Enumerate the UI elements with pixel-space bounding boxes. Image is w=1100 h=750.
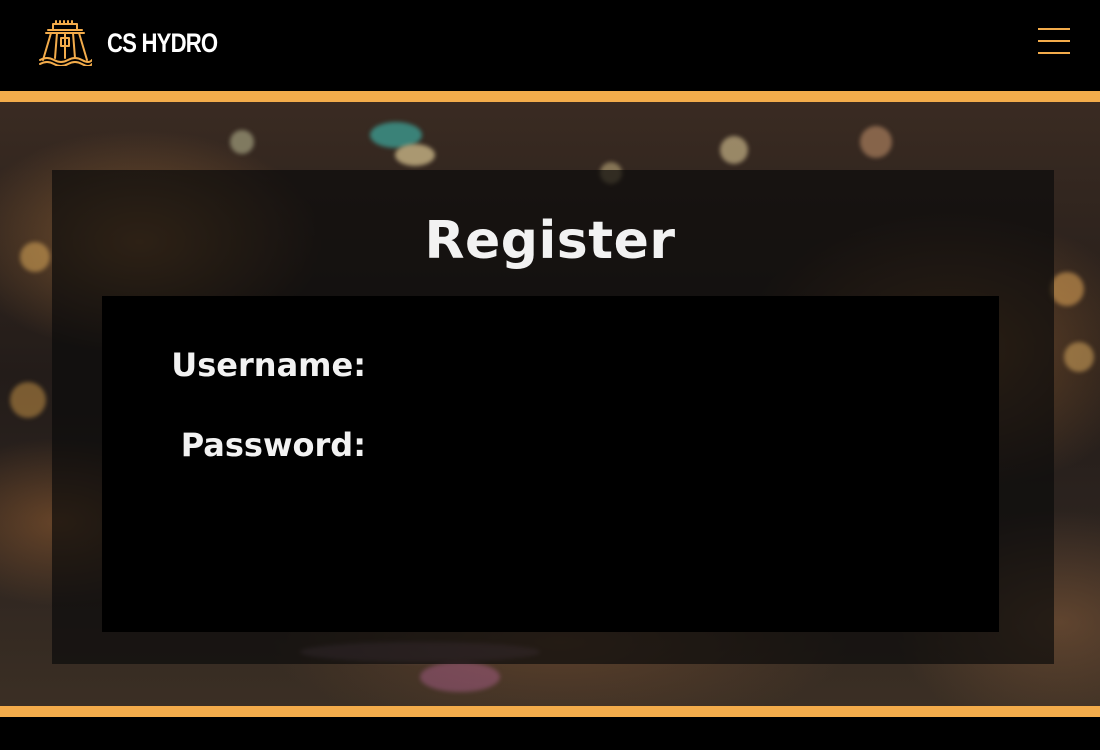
brand-name[interactable]: CS HYDRO [107, 27, 218, 59]
bokeh-light [1050, 272, 1084, 306]
bokeh-light [230, 130, 254, 154]
accent-stripe-bottom [0, 706, 1100, 717]
password-label: Password: [180, 426, 366, 464]
bokeh-light [10, 382, 46, 418]
menu-line [1038, 40, 1070, 42]
top-navbar: CS HYDRO [0, 0, 1100, 91]
bokeh-light [860, 126, 892, 158]
menu-line [1038, 52, 1070, 54]
hamburger-menu-icon[interactable] [1036, 26, 1072, 56]
register-title: Register [424, 211, 676, 271]
menu-line [1038, 28, 1070, 30]
username-input[interactable] [384, 346, 948, 386]
page: CS HYDRO Register Username: Password: [0, 0, 1100, 750]
bokeh-light [720, 136, 748, 164]
password-input[interactable] [384, 426, 948, 466]
bokeh-light [395, 144, 435, 166]
dam-tower-logo-icon[interactable] [38, 20, 93, 67]
bokeh-light [420, 662, 500, 692]
username-label: Username: [171, 346, 366, 384]
accent-stripe-top [0, 91, 1100, 102]
bokeh-light [1064, 342, 1094, 372]
footer [0, 717, 1100, 750]
